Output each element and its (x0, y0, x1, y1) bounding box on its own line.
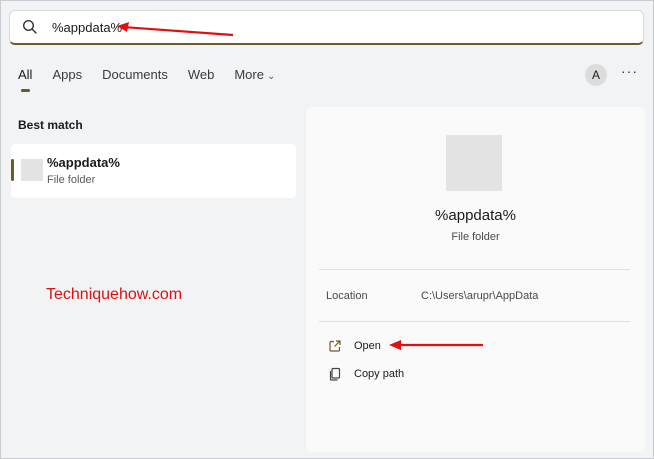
chevron-down-icon: ⌄ (266, 71, 276, 82)
open-external-icon (328, 339, 342, 353)
selection-indicator (11, 159, 14, 181)
result-name: %appdata% (47, 155, 120, 170)
detail-title: %appdata% (435, 207, 516, 224)
folder-preview-icon (446, 135, 502, 191)
location-label: Location (326, 290, 368, 302)
result-type: File folder (47, 174, 96, 186)
open-label: Open (354, 340, 381, 352)
tab-apps[interactable]: Apps (52, 67, 82, 88)
more-options-icon[interactable]: ··· (621, 63, 638, 79)
tab-more-label: More (234, 67, 264, 82)
copy-path-action[interactable]: Copy path (328, 367, 404, 381)
search-window: %appdata% All Apps Documents Web More ⌄ A… (0, 0, 654, 459)
open-action[interactable]: Open (328, 339, 381, 353)
search-box[interactable]: %appdata% (9, 10, 644, 45)
best-match-heading: Best match (18, 118, 83, 132)
copy-path-label: Copy path (354, 368, 405, 380)
detail-subtitle: File folder (451, 231, 500, 243)
detail-panel: %appdata% File folder Location C:\Users\… (306, 107, 645, 452)
search-input[interactable]: %appdata% (52, 20, 122, 35)
annotation-arrow-open (389, 340, 483, 350)
filter-tabs: All Apps Documents Web More ⌄ (18, 67, 295, 92)
best-match-result[interactable]: %appdata% File folder (11, 144, 296, 198)
watermark-text: Techniquehow.com (46, 286, 183, 303)
divider (319, 269, 630, 270)
tab-all[interactable]: All (18, 67, 32, 92)
tab-more[interactable]: More ⌄ (234, 67, 275, 88)
copy-icon (328, 367, 342, 381)
tab-documents[interactable]: Documents (102, 67, 168, 88)
divider (319, 321, 630, 322)
tab-web[interactable]: Web (188, 67, 215, 88)
folder-icon (21, 159, 43, 181)
search-icon (22, 19, 38, 35)
annotation-arrow-search (117, 22, 234, 37)
location-value: C:\Users\arupr\AppData (421, 290, 539, 302)
avatar[interactable]: A (585, 64, 607, 86)
